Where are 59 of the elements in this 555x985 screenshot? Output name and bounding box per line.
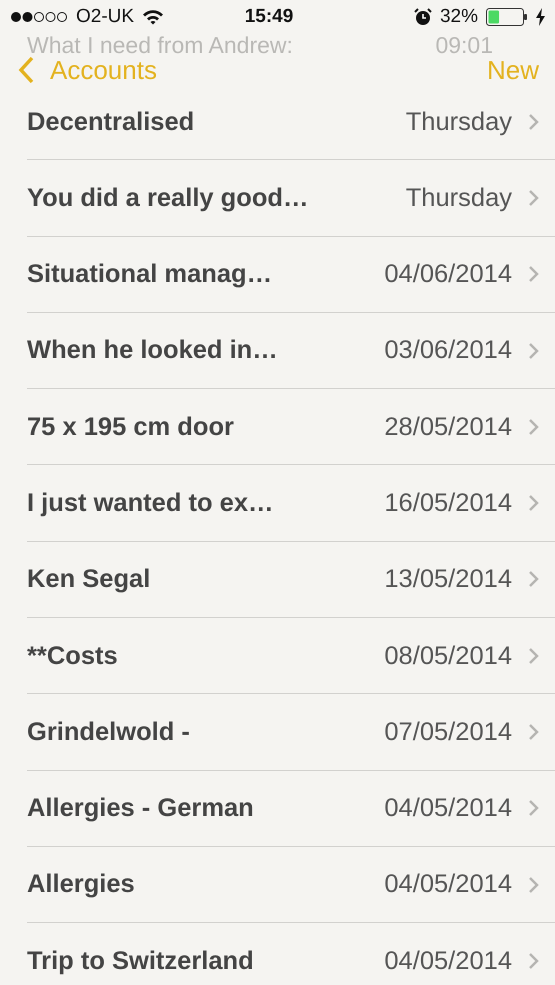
note-title: 75 x 195 cm door [27, 412, 235, 443]
note-row[interactable]: Ken Segal 13/05/2014 [27, 542, 555, 618]
note-title: Ken Segal [27, 564, 152, 596]
note-row[interactable]: Grindelwold - 07/05/2014 [27, 694, 555, 771]
note-date: 16/05/2014 [384, 488, 512, 519]
chevron-right-icon [528, 188, 539, 207]
chevron-right-icon [528, 723, 539, 742]
note-row[interactable]: 75 x 195 cm door 28/05/2014 [27, 389, 555, 466]
note-row[interactable]: You did a really good… Thursday [27, 160, 555, 237]
note-row[interactable]: Allergies - German 04/05/2014 [27, 770, 555, 847]
note-title: What I need from Andrew: [27, 34, 293, 56]
note-date: 04/05/2014 [384, 946, 512, 977]
chevron-right-icon [528, 876, 539, 894]
carrier-name: O2-UK [76, 4, 134, 29]
chevron-right-icon [528, 112, 539, 131]
note-date: 28/05/2014 [384, 412, 512, 443]
note-date: Thursday [406, 182, 512, 214]
note-date: 04/06/2014 [384, 259, 512, 290]
chevron-right-icon [528, 799, 539, 818]
note-title: When he looked in… [27, 335, 279, 366]
note-date: 07/05/2014 [384, 716, 512, 748]
chevron-right-icon [528, 646, 539, 665]
chevron-right-icon [528, 265, 539, 284]
note-row[interactable]: Situational manag… 04/06/2014 [27, 236, 555, 313]
note-title: Allergies [27, 869, 136, 900]
alarm-icon [414, 8, 432, 26]
note-date: 03/06/2014 [384, 335, 512, 366]
note-date: 04/05/2014 [384, 869, 512, 900]
signal-icon [10, 11, 68, 23]
note-row[interactable]: Trip to Switzerland 04/05/2014 [27, 923, 555, 985]
note-row[interactable]: Decentralised Thursday [27, 84, 555, 160]
note-date: Thursday [406, 106, 512, 138]
charging-icon [536, 8, 545, 26]
chevron-left-icon [18, 56, 34, 84]
battery-percent: 32% [440, 4, 478, 29]
chevron-right-icon [528, 494, 539, 512]
chevron-right-icon [528, 952, 539, 970]
note-row[interactable]: I just wanted to ex… 16/05/2014 [27, 465, 555, 542]
clock-time: 15:49 [244, 4, 294, 29]
note-title: Grindelwold - [27, 716, 191, 748]
battery-icon [486, 8, 528, 26]
note-title: I just wanted to ex… [27, 488, 275, 519]
note-date: 04/05/2014 [384, 793, 512, 824]
note-title: Situational manag… [27, 259, 274, 290]
note-title: Allergies - German [27, 793, 255, 824]
note-title: You did a really good… [27, 182, 310, 214]
note-row[interactable]: Allergies 04/05/2014 [27, 846, 555, 924]
note-title: **Costs [27, 640, 119, 672]
note-row[interactable]: When he looked in… 03/06/2014 [27, 312, 555, 390]
note-date: 13/05/2014 [384, 564, 512, 596]
chevron-right-icon [528, 418, 539, 436]
note-title: Decentralised [27, 106, 196, 138]
chevron-right-icon [528, 342, 539, 360]
note-row[interactable]: **Costs 08/05/2014 [27, 618, 555, 694]
note-title: Trip to Switzerland [27, 946, 255, 977]
chevron-right-icon [528, 570, 539, 588]
wifi-icon [142, 9, 164, 25]
note-date: 09:01 [435, 34, 493, 56]
note-date: 08/05/2014 [384, 640, 512, 672]
